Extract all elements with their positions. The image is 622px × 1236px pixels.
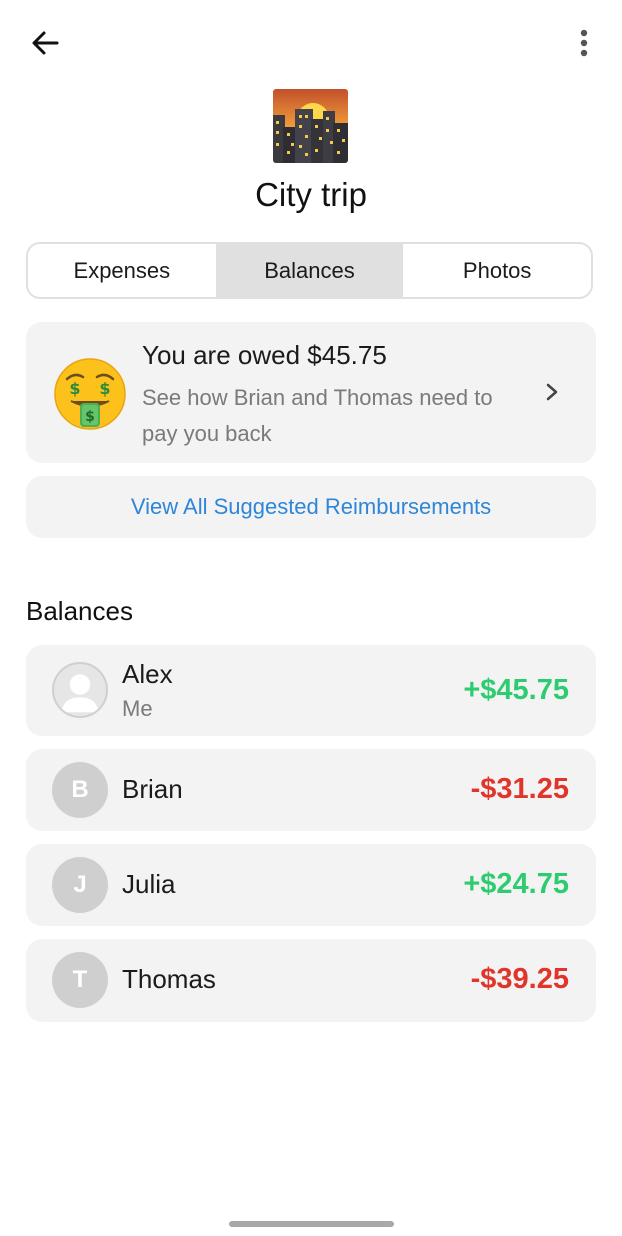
avatar: [52, 662, 108, 718]
city-sunset-image: [273, 89, 348, 163]
balance-row-brian[interactable]: B Brian -$31.25: [26, 749, 596, 831]
balance-amount: +$45.75: [463, 674, 569, 706]
arrow-left-icon: [32, 31, 59, 55]
more-options-button[interactable]: [554, 22, 596, 64]
person-name: Alex: [122, 659, 173, 689]
person-name: Brian: [122, 774, 183, 804]
person-name: Julia: [122, 869, 176, 899]
svg-text:$: $: [99, 379, 110, 398]
view-reimbursements-button[interactable]: View All Suggested Reimbursements: [26, 476, 596, 538]
balance-amount: +$24.75: [463, 868, 569, 900]
person-name: Thomas: [122, 964, 216, 994]
money-mouth-face-icon: $ $ $: [54, 358, 126, 430]
more-vertical-icon: [580, 29, 588, 57]
balance-amount: -$39.25: [470, 963, 569, 995]
default-avatar-icon: [61, 674, 99, 713]
balance-row-thomas[interactable]: T Thomas -$39.25: [26, 939, 596, 1022]
balance-amount: -$31.25: [470, 773, 569, 805]
tab-photos[interactable]: Photos: [403, 244, 591, 297]
svg-text:$: $: [85, 409, 95, 425]
owed-subtitle: See how Brian and Thomas need to pay you…: [142, 385, 493, 446]
balances-section-title: Balances: [26, 596, 133, 626]
group-title: City trip: [255, 176, 367, 213]
avatar: B: [52, 762, 108, 818]
avatar: J: [52, 857, 108, 913]
tab-bar: Expenses Balances Photos: [26, 242, 593, 299]
person-subtitle: Me: [122, 696, 153, 721]
avatar: T: [52, 952, 108, 1008]
group-image[interactable]: [273, 89, 348, 163]
home-indicator[interactable]: [229, 1221, 394, 1227]
svg-text:$: $: [69, 379, 80, 398]
chevron-right-icon: [546, 383, 558, 401]
balance-row-julia[interactable]: J Julia +$24.75: [26, 844, 596, 926]
back-button[interactable]: [24, 22, 66, 64]
tab-expenses[interactable]: Expenses: [28, 244, 216, 297]
owed-summary-card[interactable]: $ $ $ You are owed $45.75 See how Brian …: [26, 322, 596, 463]
owed-amount-title: You are owed $45.75: [142, 340, 387, 370]
balance-row-alex[interactable]: Alex Me +$45.75: [26, 645, 596, 736]
tab-balances[interactable]: Balances: [215, 244, 404, 297]
